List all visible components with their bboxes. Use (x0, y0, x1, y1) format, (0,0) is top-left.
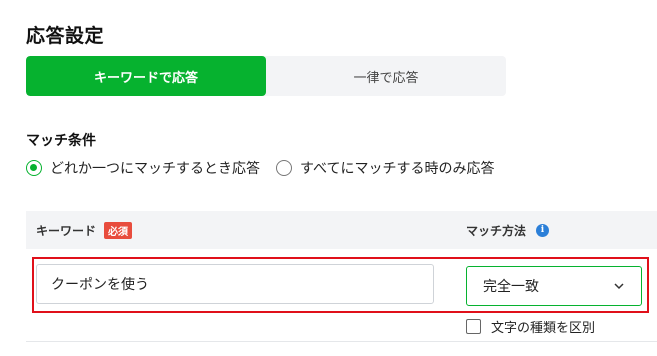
row-divider (26, 341, 657, 342)
chevron-down-icon (614, 283, 624, 290)
radio-any-match-label: どれか一つにマッチするとき応答 (50, 161, 260, 177)
case-sensitive-label: 文字の種類を区別 (491, 321, 596, 336)
match-method-value: 完全一致 (483, 279, 539, 295)
keyword-column-header: キーワード 必須 (36, 211, 133, 249)
tab-uniform-response[interactable]: 一律で応答 (266, 56, 506, 96)
keyword-table-header: キーワード 必須 マッチ方法 i (26, 211, 657, 249)
match-condition-label: マッチ条件 (26, 133, 96, 149)
radio-checked-icon (26, 160, 42, 176)
page-title: 応答設定 (26, 25, 105, 47)
keyword-input[interactable] (36, 264, 434, 304)
match-method-select[interactable]: 完全一致 (466, 266, 642, 306)
tab-keyword-response[interactable]: キーワードで応答 (26, 56, 266, 96)
radio-any-match[interactable]: どれか一つにマッチするとき応答 (26, 158, 260, 178)
match-condition-options: どれか一つにマッチするとき応答 すべてにマッチする時のみ応答 (26, 158, 510, 178)
match-method-column-header: マッチ方法 i (466, 211, 550, 249)
case-sensitive-checkbox[interactable] (466, 319, 481, 334)
radio-unchecked-icon (276, 160, 292, 176)
required-badge: 必須 (104, 221, 133, 239)
radio-all-match[interactable]: すべてにマッチする時のみ応答 (276, 158, 494, 178)
keyword-header-label: キーワード (36, 223, 97, 238)
response-mode-tabs: キーワードで応答 一律で応答 (26, 56, 506, 96)
case-sensitive-option[interactable]: 文字の種類を区別 (466, 317, 595, 336)
match-method-header-label: マッチ方法 (466, 223, 527, 238)
info-icon[interactable]: i (536, 223, 550, 237)
radio-all-match-label: すべてにマッチする時のみ応答 (300, 161, 495, 177)
